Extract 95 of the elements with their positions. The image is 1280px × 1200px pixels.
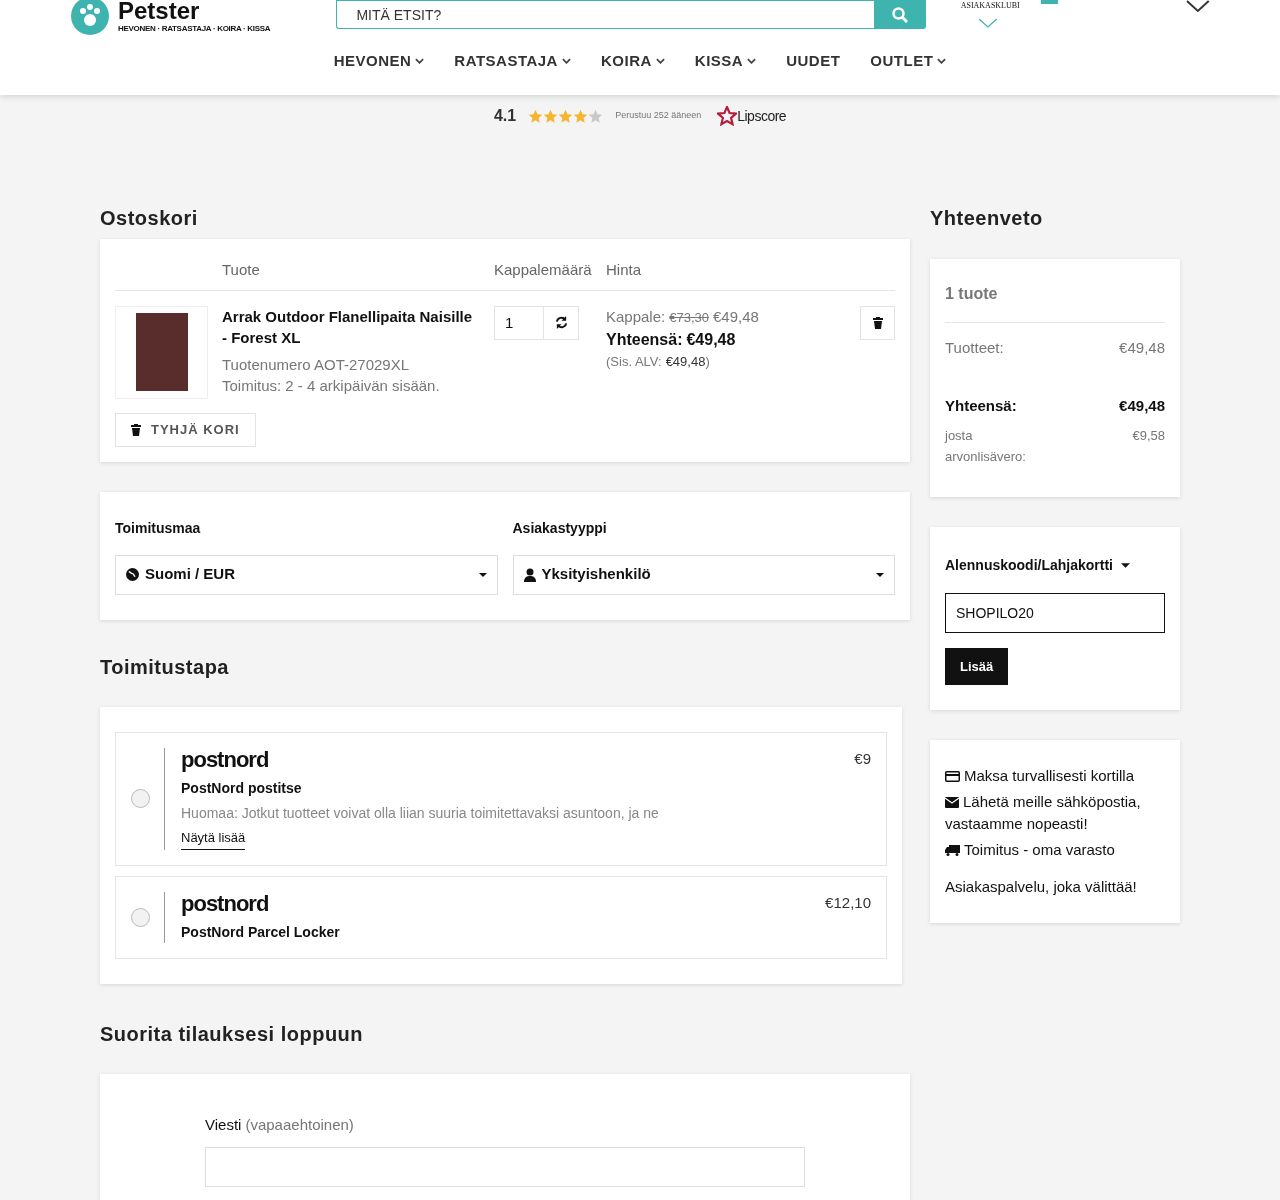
empty-cart-button[interactable]: TYHJÄ KORI	[115, 412, 256, 447]
nav-link[interactable]: HEVONEN	[333, 50, 425, 73]
caret-icon	[415, 58, 425, 65]
dropdown-arrow-icon	[876, 572, 884, 577]
unit-price: €49,48	[713, 306, 759, 327]
star-icon	[573, 108, 589, 124]
total-label: Yhteensä:	[606, 330, 683, 350]
rating-caption: Perustuu 252 ääneen	[615, 109, 702, 123]
radio-button[interactable]	[130, 789, 150, 809]
message-field[interactable]	[205, 1146, 805, 1187]
caret-icon	[747, 58, 757, 65]
customer-club-link[interactable]: ASIAKASKLUBI	[960, 0, 1020, 12]
logo-wordmark: Petster	[118, 0, 201, 23]
quantity-field[interactable]: 1	[494, 305, 544, 340]
globe-icon	[126, 568, 139, 581]
user-icon	[523, 567, 536, 582]
shipping-option[interactable]: postnord €12,10 PostNord Parcel Locker	[115, 876, 887, 959]
shipping-name: PostNord postitse	[181, 778, 303, 798]
summary-label: Yhteensä:	[945, 395, 1017, 416]
column-header: Hinta	[606, 260, 643, 280]
summary-label: josta arvonlisävero:	[945, 427, 1027, 466]
summary-value: €49,48	[1119, 338, 1165, 358]
search-icon	[891, 6, 908, 23]
total-price: €49,48	[686, 330, 736, 350]
show-more-link[interactable]: Näytä lisää	[181, 827, 246, 850]
chevron-down-icon	[977, 18, 998, 28]
unit-price-label: Kappale:	[606, 306, 666, 327]
star-icon	[543, 108, 559, 124]
apply-coupon-button[interactable]: Lisää	[945, 648, 1009, 685]
radio-button[interactable]	[130, 908, 150, 927]
column-header: Tuote	[222, 260, 261, 280]
postnord-logo: postnord	[181, 747, 269, 772]
refresh-button[interactable]	[544, 305, 579, 340]
info-text: Lähetä meille sähköpostia, vastaamme nopeasti!	[945, 792, 1142, 834]
field-label: Toimitusmaa	[115, 518, 202, 538]
info-text: Toimitus - oma varasto	[945, 839, 1165, 861]
summary-label: Tuotteet:	[945, 338, 1004, 358]
shipping-option[interactable]: postnord €9 PostNord postitse Huomaa: Jotkut tuotteet voivat olla liian suuria toimitettavaksi asuntoon, ja ne Näytä lisää	[115, 731, 887, 866]
product-sku: Tuotenumero AOT-27029XL	[222, 354, 411, 375]
column-header: Kappalemäärä	[494, 260, 593, 280]
dropdown-arrow-icon	[478, 572, 487, 577]
nav-link[interactable]: KISSA	[694, 50, 757, 73]
search-button[interactable]	[873, 0, 926, 29]
caret-icon	[937, 58, 947, 65]
trash-icon	[872, 316, 883, 329]
vat-label: (Sis. ALV:	[606, 353, 662, 371]
star-outline-icon	[717, 106, 738, 126]
caret-icon	[561, 58, 571, 65]
envelope-icon	[945, 797, 959, 808]
shipping-name: PostNord Parcel Locker	[181, 923, 341, 942]
info-text: Maksa turvallisesti kortilla	[945, 765, 1165, 787]
shipping-price: €9	[854, 748, 871, 769]
cart-bar-icon[interactable]	[1040, 0, 1059, 4]
delete-button[interactable]	[860, 305, 895, 340]
vat-amount: €49,48	[665, 353, 706, 371]
vat-paren: )	[705, 353, 710, 371]
product-name[interactable]: Arrak Outdoor Flanellipaita Naisille - Forest XL	[222, 305, 474, 348]
coupon-field[interactable]: SHOPILO20	[945, 593, 1165, 633]
nav-link[interactable]: RATSASTAJA	[454, 50, 571, 73]
dropdown-select[interactable]: Yksityishenkilö	[512, 554, 895, 595]
nav-link[interactable]: KOIRA	[600, 50, 665, 73]
field-hint: (vapaaehtoinen)	[245, 1115, 354, 1135]
field-label: Asiakastyyppi	[512, 518, 608, 538]
item-count: 1 tuote	[945, 282, 1165, 323]
coupon-toggle[interactable]: Alennuskoodi/Lahjakortti	[945, 555, 1165, 576]
rating-score: 4.1	[493, 106, 517, 126]
credit-card-icon	[945, 771, 960, 782]
star-icon	[588, 108, 604, 124]
shipping-price: €12,10	[825, 893, 871, 913]
star-icon	[528, 108, 544, 124]
dropdown-arrow-icon	[1121, 563, 1130, 568]
trash-icon	[131, 423, 141, 436]
dropdown-select[interactable]: Suomi / EUR	[115, 554, 498, 595]
lipscore-logo[interactable]: Lipscore	[717, 105, 787, 127]
shipping-note: Huomaa: Jotkut tuotteet voivat olla liian suuria toimitettavaksi asuntoon, ja ne	[181, 803, 660, 823]
field-label: Viesti	[205, 1115, 242, 1135]
section-title: Ostoskori	[100, 206, 199, 231]
search-field[interactable]: MITÄ ETSIT?	[336, 0, 874, 29]
refresh-icon	[554, 316, 568, 329]
nav-link[interactable]: UUDET	[786, 50, 841, 73]
petster-logo[interactable]: Petster HEVONEN · RATSASTAJA · KOIRA · KISSA	[70, 0, 337, 36]
postnord-logo: postnord	[181, 892, 269, 916]
logo-tagline: HEVONEN · RATSASTAJA · KOIRA · KISSA	[118, 25, 271, 33]
section-title: Yhteenveto	[930, 206, 1044, 231]
section-title: Suorita tilauksesi loppuun	[100, 1022, 365, 1047]
section-title: Toimitustapa	[100, 654, 230, 680]
info-text: Asiakaspalvelu, joka välittää!	[945, 877, 1138, 897]
summary-value: €9,58	[1132, 427, 1165, 445]
delivery-time: Toimitus: 2 - 4 arkipäivän sisään.	[222, 375, 441, 396]
truck-icon	[945, 845, 960, 856]
star-icon	[558, 108, 574, 124]
caret-icon	[655, 58, 665, 65]
nav-link[interactable]: OUTLET	[870, 50, 947, 73]
old-price: €73,30	[669, 308, 709, 327]
summary-value: €49,48	[1119, 395, 1165, 416]
